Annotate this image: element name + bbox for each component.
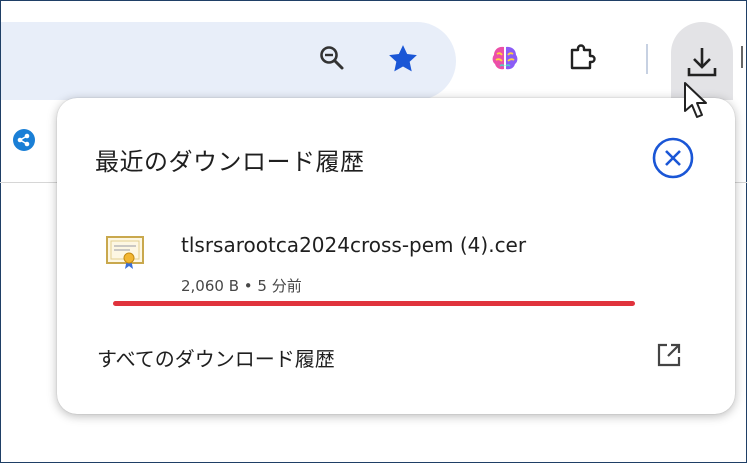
panel-title: 最近のダウンロード履歴 xyxy=(95,148,365,176)
close-icon[interactable] xyxy=(649,134,697,182)
mouse-cursor-icon xyxy=(684,82,707,118)
brain-icon[interactable] xyxy=(489,42,521,74)
page-divider xyxy=(0,182,60,183)
open-in-new-icon[interactable] xyxy=(654,340,684,370)
download-file-name[interactable]: tlsrsarootca2024cross-pem (4).cer xyxy=(181,233,526,257)
puzzle-icon[interactable] xyxy=(566,42,598,74)
toolbar-edge xyxy=(741,46,748,68)
highlight-underline xyxy=(113,301,635,306)
certificate-icon xyxy=(106,236,144,269)
download-icon xyxy=(687,48,717,77)
downloads-panel: 最近のダウンロード履歴 tlsrsarootca2024cross-pem (4… xyxy=(57,98,735,414)
share-extension-icon[interactable] xyxy=(12,128,36,152)
toolbar-separator xyxy=(646,44,648,74)
star-icon[interactable] xyxy=(386,42,420,76)
show-all-downloads-link[interactable]: すべてのダウンロード履歴 xyxy=(97,343,335,372)
zoom-out-icon[interactable] xyxy=(318,44,346,72)
download-file-meta: 2,060 B • 5 分前 xyxy=(181,277,302,295)
